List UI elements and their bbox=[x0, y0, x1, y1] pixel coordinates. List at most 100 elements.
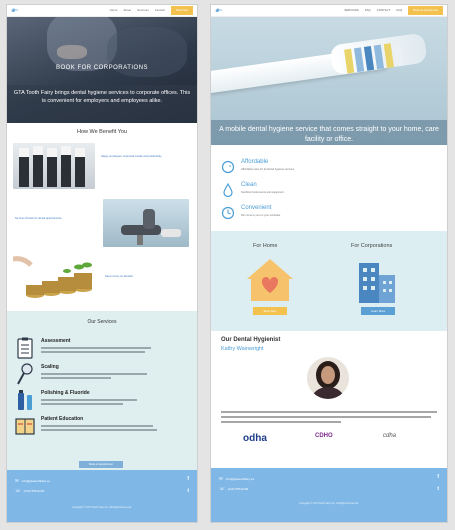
hero-text: A mobile dental hygiene service that com… bbox=[211, 120, 447, 145]
service-name-assessment: Assessment bbox=[41, 338, 71, 344]
service-name-scaling: Scaling bbox=[41, 364, 59, 370]
page-right-home: ❀~ SERVICES FAQ CONTACT FAQ Book an Appo… bbox=[210, 4, 448, 523]
dental-mirror-icon bbox=[17, 363, 33, 385]
nav-link-2[interactable]: FAQ bbox=[365, 9, 371, 12]
service-education: Patient Education bbox=[15, 415, 185, 441]
cdha-logo: cdha bbox=[383, 433, 397, 439]
bristle bbox=[383, 43, 394, 68]
feature-clean: Clean Sterilized instruments and equipme… bbox=[221, 182, 421, 202]
clipboard-icon bbox=[17, 337, 33, 359]
nav-links: Home About Services Contact Book Now bbox=[104, 6, 193, 15]
nav-link-4[interactable]: Contact bbox=[155, 9, 165, 12]
phone-icon: ☏ bbox=[15, 488, 21, 493]
feature-convenient: Convenient We come to you on your schedu… bbox=[221, 205, 421, 225]
service-desc-line bbox=[41, 347, 151, 349]
bio-text-line bbox=[221, 421, 341, 423]
service-desc-line bbox=[41, 403, 123, 405]
hero-title: BOOK FOR CORPORATIONS bbox=[55, 65, 149, 71]
service-desc-line bbox=[41, 373, 147, 375]
feature-desc-clean: Sterilized instruments and equipment. bbox=[241, 191, 285, 194]
facebook-icon[interactable]: f bbox=[187, 476, 189, 482]
nav-link-2[interactable]: About bbox=[124, 9, 132, 12]
features-section: Affordable Affordable rates for all dent… bbox=[211, 145, 447, 231]
footer-email-text: info@gtatoothfairy.ca bbox=[21, 479, 50, 483]
feature-title-affordable: Affordable bbox=[241, 159, 269, 165]
footer-copyright: Copyright © GTA Tooth Fairy Inc. All Rig… bbox=[299, 502, 359, 505]
toothbrush-head bbox=[329, 32, 428, 76]
services-section: Our Services Assessment Scaling Polishin… bbox=[7, 311, 197, 471]
hero-toothbrush: A mobile dental hygiene service that com… bbox=[211, 17, 447, 145]
nav-links: SERVICES FAQ CONTACT FAQ Book an Appoint… bbox=[338, 6, 443, 15]
nav-link-1[interactable]: Home bbox=[110, 9, 118, 12]
hero-corporations: BOOK FOR CORPORATIONS GTA Tooth Fairy br… bbox=[7, 17, 197, 123]
footer-phone[interactable]: ☏ (416) 555-0100 bbox=[219, 486, 248, 492]
care-options-section: For Home Book Now For Corporations Learn… bbox=[211, 231, 447, 331]
benefit-row-1: Happy employees. Improved morale and pro… bbox=[7, 141, 197, 197]
bristle bbox=[363, 45, 375, 71]
cdho-logo: CDHO bbox=[315, 433, 333, 439]
house-heart-icon bbox=[247, 259, 293, 301]
feature-affordable: Affordable Affordable rates for all dent… bbox=[221, 159, 421, 179]
nav-link-3[interactable]: CONTACT bbox=[377, 9, 391, 12]
facebook-icon[interactable]: f bbox=[437, 474, 439, 480]
service-desc-line bbox=[41, 377, 111, 379]
nav-link-4[interactable]: FAQ bbox=[397, 9, 403, 12]
footer: ✉ info@gtatoothfairy.ca ☏ (416) 555-0100 f… bbox=[211, 468, 447, 522]
phone-icon: ☏ bbox=[219, 486, 225, 491]
nav-link-3[interactable]: Services bbox=[137, 9, 149, 12]
top-nav: ❀~ SERVICES FAQ CONTACT FAQ Book an Appo… bbox=[211, 5, 447, 17]
bristle bbox=[353, 47, 365, 73]
home-book-button[interactable]: Book Now bbox=[253, 307, 287, 315]
nav-book-button[interactable]: Book Now bbox=[171, 6, 193, 15]
footer-phone-text: (416) 555-0100 bbox=[23, 489, 45, 493]
for-corporations-title: For Corporations bbox=[351, 243, 393, 249]
envelope-icon: ✉ bbox=[219, 476, 223, 481]
service-name-polishing: Polishing & Fluoride bbox=[41, 390, 90, 396]
piggy-bank-icon bbox=[221, 160, 235, 174]
twitter-icon[interactable]: t bbox=[187, 488, 189, 494]
site-logo[interactable]: ❀~ bbox=[215, 8, 237, 14]
footer-email[interactable]: ✉ info@gtatoothfairy.ca bbox=[15, 478, 50, 484]
benefit-row-3: Save money on benefits. bbox=[7, 253, 197, 309]
bristle bbox=[393, 41, 404, 67]
book-appointment-button[interactable]: Book an Appointment bbox=[79, 461, 123, 468]
bristle bbox=[344, 48, 355, 74]
hygienist-name: Kathy Wainwright bbox=[221, 346, 264, 352]
footer-phone[interactable]: ☏ (416) 555-0100 bbox=[15, 488, 44, 494]
benefit-text-2: No time off work for dental appointments… bbox=[15, 217, 63, 220]
benefit-text-1: Happy employees. Improved morale and pro… bbox=[101, 155, 163, 158]
nav-link-1[interactable]: SERVICES bbox=[344, 9, 359, 12]
toothpaste-icon bbox=[18, 390, 32, 410]
page-left-corporations: ❀~ Home About Services Contact Book Now … bbox=[6, 4, 198, 523]
envelope-icon: ✉ bbox=[15, 478, 19, 483]
footer-email-text: info@gtatoothfairy.ca bbox=[225, 477, 254, 481]
service-name-education: Patient Education bbox=[41, 416, 84, 422]
bristle bbox=[373, 44, 385, 70]
footer-email[interactable]: ✉ info@gtatoothfairy.ca bbox=[219, 476, 254, 482]
office-building-icon bbox=[359, 263, 395, 303]
hygienist-title: Our Dental Hygienist bbox=[221, 337, 281, 343]
benefits-title: How We Benefit You bbox=[76, 129, 128, 135]
hero-text: GTA Tooth Fairy brings dental hygiene se… bbox=[7, 85, 197, 123]
service-desc-line bbox=[41, 429, 157, 431]
feature-desc-convenient: We come to you on your schedule. bbox=[241, 214, 281, 217]
dental-chair-image bbox=[103, 199, 189, 247]
feature-title-convenient: Convenient bbox=[241, 205, 272, 211]
service-polishing: Polishing & Fluoride bbox=[15, 389, 185, 415]
twitter-icon[interactable]: t bbox=[437, 486, 439, 492]
site-logo[interactable]: ❀~ bbox=[11, 8, 33, 14]
book-icon bbox=[15, 418, 35, 435]
clock-icon bbox=[221, 206, 235, 220]
corporations-learn-button[interactable]: Learn More bbox=[361, 307, 395, 315]
benefit-row-2: No time off work for dental appointments… bbox=[7, 197, 197, 253]
service-desc-line bbox=[41, 351, 145, 353]
benefit-text-3: Save money on benefits. bbox=[105, 275, 134, 278]
bio-text-line bbox=[221, 411, 437, 413]
feature-desc-affordable: Affordable rates for all dental hygiene … bbox=[241, 168, 295, 171]
business-people-image bbox=[13, 143, 95, 189]
footer: ✉ info@gtatoothfairy.ca ☏ (416) 555-0100 f… bbox=[7, 470, 197, 522]
bio-text-line bbox=[221, 416, 431, 418]
services-title: Our Services bbox=[87, 319, 117, 325]
nav-book-button[interactable]: Book an Appointment bbox=[408, 6, 443, 15]
service-scaling: Scaling bbox=[15, 363, 185, 389]
